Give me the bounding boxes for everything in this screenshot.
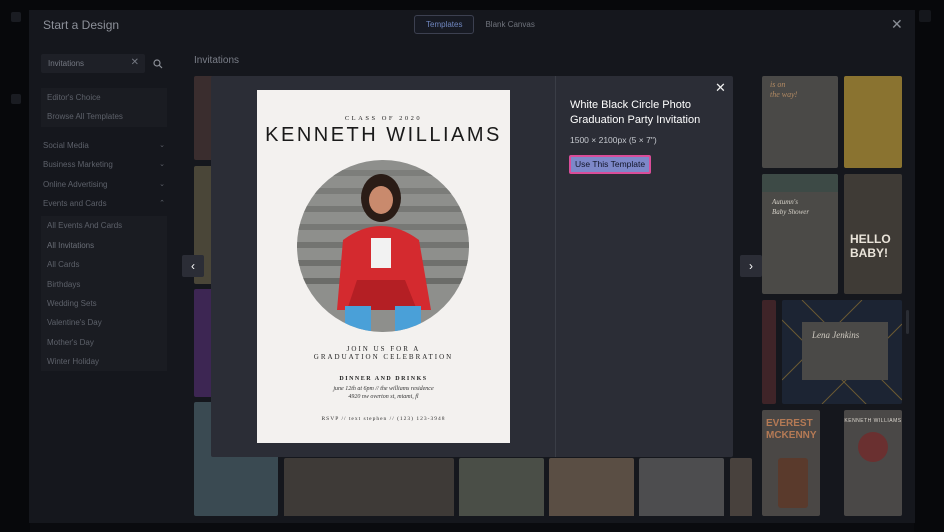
chevron-up-icon: ⌃ <box>159 199 165 207</box>
chevron-down-icon: ⌄ <box>159 141 165 149</box>
modal-divider <box>555 76 556 457</box>
sidebar-item-label: Online Advertising <box>43 179 108 189</box>
template-thumbnail[interactable] <box>730 458 752 516</box>
tab-blank-canvas[interactable]: Blank Canvas <box>474 16 545 33</box>
sidebar-item-mothers-day[interactable]: Mother's Day <box>41 332 167 353</box>
thumbnail-text: MCKENNY <box>766 430 817 441</box>
grid-scrollbar[interactable] <box>906 310 909 334</box>
template-thumbnail[interactable] <box>284 458 454 516</box>
thumbnail-text: HELLO <box>850 232 891 246</box>
template-thumbnail[interactable]: is on the way! <box>762 76 838 168</box>
sidebar-item-label: Events and Cards <box>43 198 107 208</box>
background-top-bar <box>0 0 944 10</box>
search-value: Invitations <box>48 59 85 68</box>
sidebar-item-label: Social Media <box>43 140 89 150</box>
template-title: White Black Circle Photo Graduation Part… <box>570 99 701 126</box>
sidebar-item-winter-holiday[interactable]: Winter Holiday <box>41 352 167 372</box>
sidebar-item-all-events[interactable]: All Events And Cards <box>41 216 167 236</box>
nav-icon <box>11 94 21 104</box>
sidebar-item-birthdays[interactable]: Birthdays <box>41 274 167 294</box>
sidebar-item-all-cards[interactable]: All Cards <box>41 255 167 275</box>
chevron-right-icon: › <box>749 259 753 273</box>
search-input[interactable]: Invitations ✕ <box>41 54 145 73</box>
sidebar-item-editors-choice[interactable]: Editor's Choice <box>41 88 167 108</box>
template-thumbnail[interactable] <box>459 458 544 516</box>
preview-rsvp: RSVP // text stephen // (123) 123-3948 <box>321 416 446 422</box>
template-thumbnail[interactable]: EVEREST MCKENNY <box>762 410 820 516</box>
sidebar-item-social-media[interactable]: Social Media ⌄ <box>41 136 167 155</box>
thumbnail-text: EVEREST <box>766 418 813 429</box>
dialog-title: Start a Design <box>43 18 120 32</box>
section-heading: Invitations <box>194 55 240 66</box>
thumbnail-text: is on <box>770 80 786 89</box>
template-thumbnail[interactable] <box>639 458 724 516</box>
template-preview-card: CLASS OF 2020 KENNETH WILLIAMS JOIN US F… <box>257 90 510 443</box>
close-icon[interactable]: ✕ <box>891 16 903 33</box>
template-thumbnail[interactable] <box>762 300 776 404</box>
background-right-bar <box>914 0 944 532</box>
template-thumbnail[interactable] <box>844 76 902 168</box>
thumbnail-text: BABY! <box>850 246 888 260</box>
sidebar-item-wedding-sets[interactable]: Wedding Sets <box>41 293 167 314</box>
close-icon[interactable]: ✕ <box>715 80 726 96</box>
template-thumbnail[interactable]: KENNETH WILLIAMS <box>844 410 902 516</box>
chevron-left-icon: ‹ <box>191 259 195 273</box>
graduate-photo <box>297 160 469 332</box>
search-button[interactable] <box>149 54 167 73</box>
preview-name: KENNETH WILLIAMS <box>265 124 502 146</box>
clear-icon[interactable]: ✕ <box>131 57 139 68</box>
chevron-down-icon: ⌄ <box>159 180 165 188</box>
category-sidebar: Editor's Choice Browse All Templates Soc… <box>41 88 167 372</box>
background-left-bar <box>0 0 30 532</box>
mode-tabs: Templates Blank Canvas <box>414 15 546 34</box>
thumbnail-text: the way! <box>770 90 798 99</box>
tab-templates[interactable]: Templates <box>414 15 475 34</box>
search-icon <box>153 58 163 68</box>
chevron-down-icon: ⌄ <box>159 161 165 169</box>
template-thumbnail[interactable]: Autumn's Baby Shower <box>762 174 838 294</box>
thumbnail-text: Baby Shower <box>772 208 810 216</box>
template-size: 1500 × 2100px (5 × 7") <box>570 135 657 145</box>
sidebar-item-browse-all[interactable]: Browse All Templates <box>41 107 167 127</box>
thumbnail-text: Lena Jenkins <box>812 330 860 340</box>
preview-dinner: DINNER AND DRINKS <box>339 376 428 382</box>
template-thumbnail[interactable] <box>549 458 634 516</box>
sidebar-item-label: Business Marketing <box>43 160 113 170</box>
previous-template-button[interactable]: ‹ <box>182 255 204 277</box>
preview-info-line1: june 12th at 6pm // the williams residen… <box>333 386 434 392</box>
thumbnail-text: Autumn's <box>772 198 798 206</box>
thumbnail-text: KENNETH WILLIAMS <box>844 418 902 424</box>
sidebar-item-valentines-day[interactable]: Valentine's Day <box>41 313 167 333</box>
preview-join-line2: GRADUATION CELEBRATION <box>313 353 454 361</box>
preview-class-line: CLASS OF 2020 <box>344 115 423 122</box>
sidebar-item-events-and-cards[interactable]: Events and Cards ⌃ <box>41 194 167 213</box>
template-thumbnail[interactable]: Lena Jenkins <box>782 300 902 404</box>
nav-icon <box>919 10 931 22</box>
sidebar-item-business-marketing[interactable]: Business Marketing ⌄ <box>41 155 167 174</box>
app-logo-icon <box>11 12 21 22</box>
use-template-button[interactable]: Use This Template <box>569 155 652 174</box>
sidebar-item-all-invitations[interactable]: All Invitations <box>41 235 167 256</box>
template-thumbnail[interactable]: HELLO BABY! <box>844 174 902 294</box>
preview-info-line2: 4920 nw overton st, miami, fl <box>348 394 419 400</box>
next-template-button[interactable]: › <box>740 255 762 277</box>
app-window: Start a Design Templates Blank Canvas ✕ … <box>0 0 944 532</box>
sidebar-item-online-advertising[interactable]: Online Advertising ⌄ <box>41 175 167 194</box>
